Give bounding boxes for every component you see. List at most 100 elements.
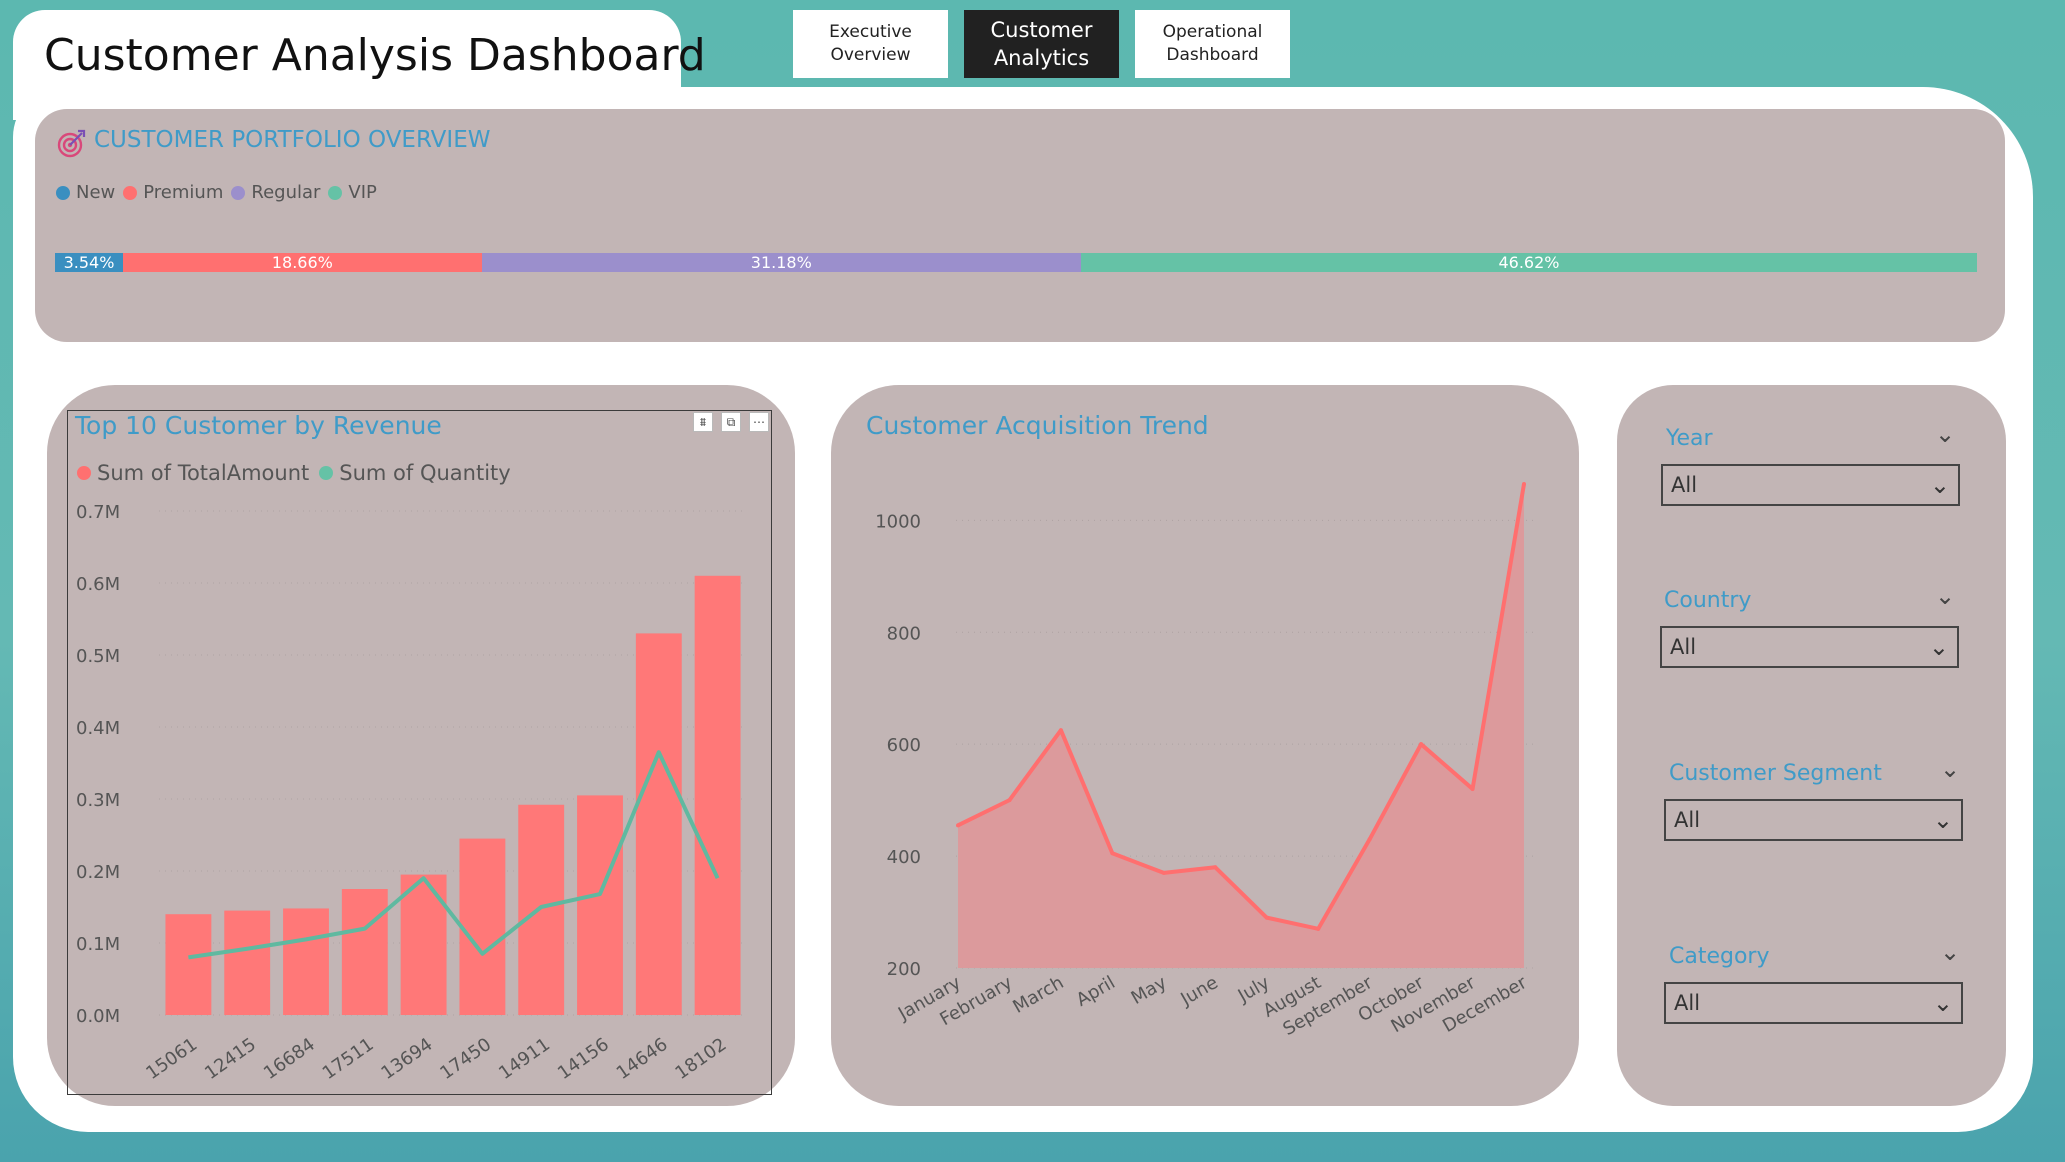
data-point [1213, 865, 1218, 870]
legend-dot-premium [123, 185, 138, 200]
data-point [1161, 870, 1166, 875]
year-collapse-chevron-icon[interactable]: ⌄ [1935, 420, 1955, 448]
more-options-icon[interactable]: ⋯ [749, 412, 769, 432]
x-tick-label: 18102 [672, 1034, 731, 1084]
country-slicer-label: Country [1664, 588, 1752, 613]
customer-segment-dropdown[interactable]: All ⌄ [1664, 799, 1963, 841]
category-dropdown[interactable]: All ⌄ [1664, 982, 1963, 1024]
data-point [1316, 926, 1321, 931]
category-collapse-chevron-icon[interactable]: ⌄ [1940, 938, 1960, 966]
portfolio-legend: New Premium Regular VIP [56, 182, 377, 203]
focus-mode-icon[interactable]: ⧉ [721, 412, 741, 432]
data-point [1522, 481, 1526, 486]
portfolio-segment-premium[interactable]: 18.66% [123, 253, 482, 272]
portfolio-segment-new[interactable]: 3.54% [55, 253, 124, 272]
legend-item-premium: Premium [123, 182, 223, 203]
x-tick-label: 17511 [319, 1034, 378, 1084]
bar-totalamount [518, 804, 565, 1015]
chevron-down-icon: ⌄ [1929, 471, 1950, 499]
bar-totalamount [283, 908, 329, 1015]
country-dropdown-value: All [1670, 635, 1697, 659]
chevron-down-icon: ⌄ [1928, 633, 1949, 661]
year-dropdown[interactable]: All ⌄ [1661, 464, 1960, 506]
trend-chart[interactable]: 2004006008001000JanuaryFebruaryMarch Apri… [831, 470, 1579, 1080]
nav-customer-analytics[interactable]: Customer Analytics [964, 10, 1119, 78]
top10-title: Top 10 Customer by Revenue [75, 411, 442, 440]
x-tick-label: 14911 [495, 1034, 554, 1084]
data-point [1007, 798, 1012, 803]
customer-segment-slicer-label: Customer Segment [1669, 761, 1882, 786]
page-title: Customer Analysis Dashboard [44, 30, 706, 81]
y-tick-label: 0.7M [76, 502, 120, 523]
data-point [956, 823, 960, 828]
chevron-down-icon: ⌄ [1932, 806, 1953, 834]
y-tick-label: 0.5M [76, 646, 120, 667]
data-point [1470, 786, 1475, 791]
data-point [1058, 728, 1063, 733]
target-icon [57, 128, 87, 158]
filter-icon[interactable]: ⩩ [693, 412, 713, 432]
data-point [1264, 915, 1269, 920]
y-tick-label: 600 [887, 735, 921, 756]
x-tick-label: April [1073, 972, 1119, 1011]
y-tick-label: 0.6M [76, 574, 120, 595]
chevron-down-icon: ⌄ [1932, 989, 1953, 1017]
legend-item-vip: VIP [328, 182, 377, 203]
area-fill [958, 483, 1524, 968]
bar-totalamount [165, 914, 212, 1015]
category-slicer-label: Category [1669, 944, 1770, 969]
y-tick-label: 0.0M [76, 1006, 120, 1027]
x-tick-label: 13694 [378, 1034, 437, 1084]
data-point [1419, 742, 1424, 747]
bar-totalamount [341, 889, 388, 1015]
country-dropdown[interactable]: All ⌄ [1660, 626, 1959, 668]
trend-title: Customer Acquisition Trend [866, 411, 1209, 440]
bar-totalamount [224, 910, 271, 1015]
legend-dot-vip [328, 185, 343, 200]
y-tick-label: 0.4M [76, 718, 120, 739]
nav-executive-overview[interactable]: Executive Overview [793, 10, 948, 78]
x-tick-label: 15061 [142, 1034, 201, 1084]
x-tick-label: March [1009, 972, 1067, 1018]
y-tick-label: 1000 [875, 511, 921, 532]
y-tick-label: 200 [887, 959, 921, 980]
y-tick-label: 0.2M [76, 862, 120, 883]
x-tick-label: May [1128, 972, 1171, 1009]
country-collapse-chevron-icon[interactable]: ⌄ [1935, 582, 1955, 610]
portfolio-segment-regular[interactable]: 31.18% [481, 253, 1081, 272]
x-tick-label: June [1176, 972, 1221, 1010]
year-slicer-label: Year [1666, 426, 1713, 451]
bar-totalamount [694, 575, 741, 1015]
legend-dot-regular [231, 185, 246, 200]
legend-dot-new [56, 185, 70, 200]
top10-chart[interactable]: 0.0M 0.1M 0.2M 0.3M 0.4M 0.5M 0.6M 0.7M 15061 124… [67, 480, 772, 1095]
year-dropdown-value: All [1671, 473, 1698, 497]
customer-segment-dropdown-value: All [1674, 808, 1701, 832]
x-tick-label: 17450 [436, 1034, 495, 1084]
portfolio-segment-vip[interactable]: 46.62% [1080, 253, 1977, 272]
legend-label-new: New [76, 182, 116, 203]
legend-label-premium: Premium [143, 182, 224, 203]
x-tick-label: 14156 [554, 1034, 613, 1084]
data-point [1367, 837, 1372, 842]
x-tick-label: 14646 [613, 1034, 672, 1084]
y-tick-label: 0.3M [76, 790, 120, 811]
x-tick-label: 12415 [201, 1034, 260, 1084]
legend-item-new: New [56, 182, 115, 203]
legend-dot-quantity [319, 466, 334, 480]
customer-segment-collapse-chevron-icon[interactable]: ⌄ [1940, 755, 1960, 783]
y-tick-label: 0.1M [76, 934, 120, 955]
portfolio-title: CUSTOMER PORTFOLIO OVERVIEW [94, 127, 491, 153]
y-tick-label: 400 [887, 847, 921, 868]
y-tick-label: 800 [887, 623, 921, 644]
legend-label-regular: Regular [251, 182, 321, 203]
bar-totalamount [459, 838, 506, 1015]
legend-dot-totalamount [77, 466, 91, 480]
data-point [1110, 851, 1115, 856]
legend-item-regular: Regular [231, 182, 320, 203]
bar-totalamount [635, 633, 682, 1015]
category-dropdown-value: All [1674, 991, 1701, 1015]
nav-operational-dashboard[interactable]: Operational Dashboard [1135, 10, 1290, 78]
legend-label-vip: VIP [348, 182, 377, 203]
x-tick-label: 16684 [260, 1034, 319, 1084]
